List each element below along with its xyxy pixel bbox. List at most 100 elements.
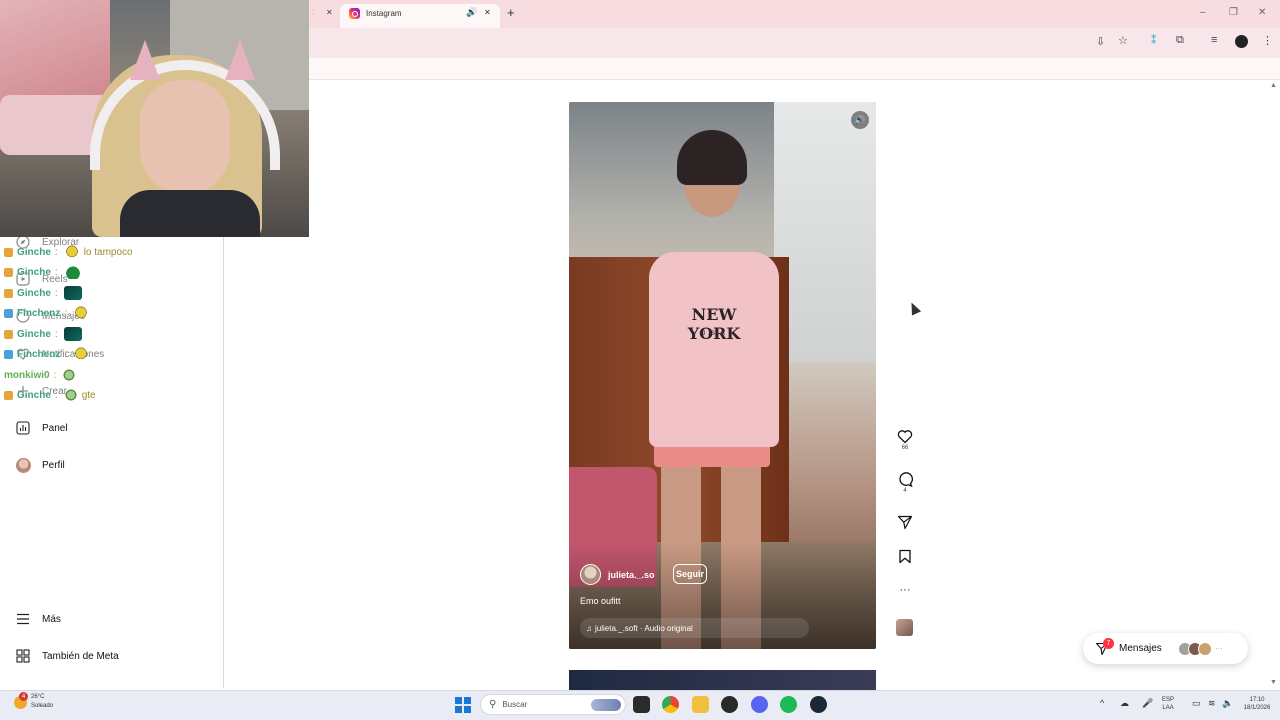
task-view-icon[interactable] xyxy=(633,696,650,713)
chat-badge-icon xyxy=(4,288,13,298)
install-app-icon[interactable]: ⇩ xyxy=(1096,35,1105,48)
scroll-down-arrow[interactable]: ▼ xyxy=(1270,679,1277,686)
share-button[interactable] xyxy=(894,515,916,530)
more-options-button[interactable]: ··· xyxy=(894,584,916,596)
maximize-button[interactable]: ❐ xyxy=(1229,7,1238,18)
reel-author-username[interactable]: julieta._.so xyxy=(608,570,655,580)
mouse-cursor xyxy=(906,300,922,316)
chat-message: Ginche : xyxy=(4,285,82,301)
follow-button[interactable]: Seguir xyxy=(673,564,707,584)
sidebar-item-label: Perfil xyxy=(42,459,65,471)
messages-more-icon: ··· xyxy=(1214,644,1223,653)
prev-tab-fragment[interactable]: : xyxy=(312,7,314,16)
prev-tab-close-icon[interactable]: ✕ xyxy=(326,8,333,17)
reel-audio-link[interactable]: ♫ julieta._.soft · Audio original xyxy=(580,618,809,638)
volume-tray-icon[interactable]: 🔈 xyxy=(1222,698,1233,709)
sidebar-more-button[interactable]: Más xyxy=(14,609,61,629)
tab-audio-icon[interactable]: 🔊 xyxy=(466,7,477,18)
clock[interactable]: 17:10 18/1/2026 xyxy=(1238,696,1276,712)
messages-button[interactable]: 7 Mensajes ··· xyxy=(1083,633,1248,664)
tray-overflow-icon[interactable]: ^ xyxy=(1100,698,1104,708)
scroll-up-arrow[interactable]: ▲ xyxy=(1270,82,1277,89)
search-highlight-image xyxy=(591,698,621,711)
sidebar-meta-button[interactable]: También de Meta xyxy=(14,646,119,666)
chat-badge-icon xyxy=(4,390,13,400)
webcam-person-body xyxy=(120,190,260,237)
like-button[interactable]: 66 xyxy=(894,429,916,451)
chrome-app-icon[interactable] xyxy=(662,696,679,713)
emote-icon xyxy=(63,245,80,259)
chat-message: Ginche : gte xyxy=(4,387,96,403)
chat-username: Ginche xyxy=(17,246,51,258)
search-icon: ⚲ xyxy=(489,699,497,710)
network-tray-icon[interactable]: ☁ xyxy=(1120,698,1129,709)
discord-app-icon[interactable] xyxy=(751,696,768,713)
tab-close-icon[interactable]: ✕ xyxy=(484,8,491,17)
language-indicator[interactable]: ESP LAA xyxy=(1162,696,1174,712)
like-count: 66 xyxy=(901,445,909,451)
sidebar-meta-label: También de Meta xyxy=(42,650,119,662)
browser-menu-icon[interactable]: ⋮ xyxy=(1262,34,1273,47)
bookmark-star-icon[interactable]: ☆ xyxy=(1118,34,1128,47)
save-button[interactable] xyxy=(894,549,916,564)
chat-username: Ginche xyxy=(17,389,51,401)
webcam-overlay xyxy=(0,0,309,237)
chat-username: Ginche xyxy=(17,287,51,299)
chat-badge-icon xyxy=(4,247,13,257)
reel-shirt-subtext: U.S.A xyxy=(701,331,727,337)
chat-text: lo tampoco xyxy=(83,246,133,258)
windows-start-icon[interactable] xyxy=(455,697,471,713)
wifi-tray-icon[interactable]: ≋ xyxy=(1208,698,1216,709)
chat-badge-icon xyxy=(4,267,13,277)
chat-username: Ginche xyxy=(17,266,51,278)
steam-app-icon[interactable] xyxy=(810,696,827,713)
chat-message: Ginche : lo tampoco xyxy=(4,244,133,260)
display-tray-icon[interactable]: ▭ xyxy=(1192,698,1201,709)
sidebar-item-panel[interactable]: Panel xyxy=(14,418,68,438)
spotify-app-icon[interactable] xyxy=(780,696,797,713)
emote-icon xyxy=(63,388,78,402)
emote-icon xyxy=(62,368,77,382)
reel-window xyxy=(774,102,876,362)
comment-button[interactable]: 4 xyxy=(894,472,916,494)
messages-label: Mensajes xyxy=(1119,643,1162,654)
file-explorer-icon[interactable] xyxy=(692,696,709,713)
new-tab-button[interactable]: + xyxy=(507,5,515,20)
media-control-icon[interactable]: ≡ xyxy=(1211,34,1217,46)
reel-author-avatar[interactable] xyxy=(580,564,601,585)
chat-message: Finchenz : xyxy=(4,346,90,362)
sound-toggle-icon[interactable]: 🔊 xyxy=(851,111,869,129)
emote-icon xyxy=(73,306,90,320)
minimize-button[interactable]: – xyxy=(1200,7,1206,18)
chat-username: Ginche xyxy=(17,328,51,340)
grid-icon xyxy=(14,647,32,665)
weather-temp: 26°C xyxy=(31,694,45,700)
comment-icon xyxy=(899,472,913,487)
chat-message: Ginche : xyxy=(4,264,82,280)
taskbar-search[interactable]: ⚲ Buscar xyxy=(480,694,626,715)
language-code: ESP xyxy=(1162,697,1175,703)
reel-person-shirt xyxy=(649,252,779,447)
window-close-button[interactable]: ✕ xyxy=(1258,7,1266,18)
chart-icon xyxy=(14,419,32,437)
tab-title: Instagram xyxy=(366,9,402,18)
weather-badge: 4 xyxy=(19,692,28,701)
translate-extension-icon[interactable]: ⁑ xyxy=(1151,34,1157,47)
chat-message: Finchenz : xyxy=(4,305,90,321)
clock-time: 17:10 xyxy=(1249,697,1265,703)
sidebar-item-label: Panel xyxy=(42,422,68,434)
sidebar-item-perfil[interactable]: Perfil xyxy=(14,455,65,475)
audio-thumbnail[interactable] xyxy=(896,619,913,636)
next-reel-preview[interactable] xyxy=(569,670,876,690)
obs-app-icon[interactable] xyxy=(721,696,738,713)
emote-icon xyxy=(73,347,90,361)
clock-date: 18/1/2026 xyxy=(1243,705,1271,711)
heart-icon xyxy=(897,430,913,444)
music-note-icon: ♫ xyxy=(586,623,592,633)
reel-video[interactable]: NEW YORK U.S.A 🔊 julieta._.so Seguir Emo… xyxy=(569,102,876,649)
profile-avatar[interactable] xyxy=(1235,35,1248,48)
microphone-tray-icon[interactable]: 🎤 xyxy=(1142,698,1153,709)
language-sub: LAA xyxy=(1162,705,1174,711)
chat-message: Ginche : xyxy=(4,326,82,342)
extensions-icon[interactable]: ⧉ xyxy=(1176,34,1184,47)
